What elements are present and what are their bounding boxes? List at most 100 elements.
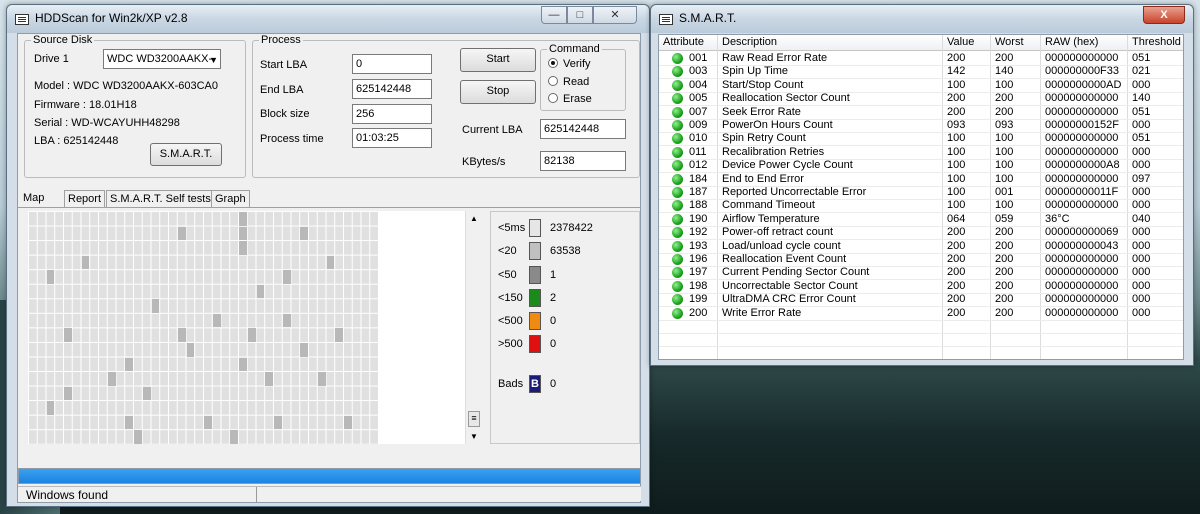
status-ok-icon <box>672 240 683 252</box>
table-row[interactable]: 190 Airflow Temperature 064 059 36°C 040 <box>659 213 1183 226</box>
status-ok-icon <box>672 267 683 279</box>
map-block <box>64 328 72 343</box>
legend-swatch <box>529 335 541 353</box>
map-scrollbar[interactable]: ▲ ≡ ▼ <box>465 211 482 444</box>
col-value[interactable]: Value <box>947 36 974 48</box>
smart-button[interactable]: S.M.A.R.T. <box>150 143 222 166</box>
table-row[interactable]: 011 Recalibration Retries 100 100 0000000000… <box>659 146 1183 159</box>
minimize-button[interactable]: — <box>541 6 567 24</box>
table-cell: 010 <box>689 132 708 145</box>
table-cell: End to End Error <box>722 172 804 185</box>
drive-select[interactable]: WDC WD3200AAKX- ▼ <box>103 49 221 69</box>
table-row[interactable]: 198 Uncorrectable Sector Count 200 200 00000… <box>659 280 1183 293</box>
smart-table[interactable]: Attribute Description Value Worst RAW (h… <box>658 34 1184 360</box>
table-row[interactable]: 188 Command Timeout 100 100 000000000000 000 <box>659 199 1183 212</box>
table-row[interactable]: 012 Device Power Cycle Count 100 100 0000000… <box>659 159 1183 172</box>
legend-label: <500 <box>498 315 523 327</box>
table-cell: 000 <box>1132 78 1151 91</box>
close-button[interactable]: ✕ <box>593 6 637 24</box>
table-row[interactable]: 197 Current Pending Sector Count 200 200 000… <box>659 266 1183 279</box>
table-cell: 200 <box>947 279 966 292</box>
status-ok-icon <box>672 79 683 91</box>
table-cell: 000000000000 <box>1045 266 1119 279</box>
col-description[interactable]: Description <box>722 36 777 48</box>
radio-read[interactable]: Read <box>548 76 589 88</box>
table-cell: 000 <box>1132 293 1151 306</box>
table-cell: 005 <box>689 92 708 105</box>
table-row[interactable]: 009 PowerOn Hours Count 093 093 00000000152F… <box>659 119 1183 132</box>
chevron-down-icon[interactable]: ▼ <box>209 51 218 68</box>
tab-map[interactable]: Map <box>20 190 47 208</box>
start-button[interactable]: Start <box>460 48 536 72</box>
scan-map[interactable] <box>28 211 378 444</box>
map-block <box>256 284 265 299</box>
radio-unchecked-icon[interactable] <box>548 93 558 103</box>
table-cell: 197 <box>689 266 708 279</box>
smart-titlebar[interactable]: S.M.A.R.T. X <box>651 5 1193 33</box>
table-row[interactable]: 001 Raw Read Error Rate 200 200 000000000000… <box>659 52 1183 65</box>
table-cell: 200 <box>947 293 966 306</box>
table-row[interactable]: 187 Reported Uncorrectable Error 100 001 000… <box>659 186 1183 199</box>
table-row[interactable]: 003 Spin Up Time 142 140 000000000F33 021 <box>659 65 1183 78</box>
table-cell: Current Pending Sector Count <box>722 266 870 279</box>
radio-erase[interactable]: Erase <box>548 93 592 105</box>
tab-report[interactable]: Report <box>64 190 106 208</box>
tab-graph[interactable]: Graph <box>211 190 250 208</box>
radio-verify-label: Verify <box>563 58 591 70</box>
table-cell: Reallocation Event Count <box>722 253 847 265</box>
tab-smart-self-tests[interactable]: S.M.A.R.T. Self tests <box>106 190 215 208</box>
status-ok-icon <box>672 120 683 131</box>
radio-verify[interactable]: Verify <box>548 58 591 70</box>
table-cell: 000000000043 <box>1045 239 1119 252</box>
table-row[interactable]: 007 Seek Error Rate 200 200 000000000000 051 <box>659 106 1183 119</box>
table-row[interactable]: 193 Load/unload cycle count 200 200 00000000… <box>659 240 1183 253</box>
table-cell: 187 <box>689 186 708 198</box>
start-lba-input[interactable]: 0 <box>352 54 432 74</box>
scroll-down-icon[interactable]: ▼ <box>470 432 478 441</box>
table-cell: 093 <box>947 119 966 131</box>
table-row[interactable]: 010 Spin Retry Count 100 100 000000000000 051 <box>659 132 1183 145</box>
legend-swatch <box>529 266 541 284</box>
table-cell: 000000000000 <box>1045 172 1119 185</box>
smart-window-title: S.M.A.R.T. <box>679 11 737 25</box>
scroll-up-icon[interactable]: ▲ <box>470 214 478 223</box>
radio-checked-icon[interactable] <box>548 58 558 68</box>
table-cell: 004 <box>689 78 708 91</box>
table-cell: 0000000000AD <box>1045 78 1122 91</box>
table-row[interactable]: 200 Write Error Rate 200 200 000000000000 000 <box>659 307 1183 320</box>
radio-unchecked-icon[interactable] <box>548 76 558 86</box>
table-row[interactable]: 196 Reallocation Event Count 200 200 0000000… <box>659 253 1183 266</box>
smart-close-button[interactable]: X <box>1143 6 1185 24</box>
table-row[interactable]: 184 End to End Error 100 100 000000000000 097 <box>659 173 1183 186</box>
col-worst[interactable]: Worst <box>995 36 1024 48</box>
table-cell: 100 <box>947 145 966 158</box>
table-row[interactable]: 004 Start/Stop Count 100 100 0000000000AD 000 <box>659 79 1183 92</box>
table-cell: 000 <box>1132 306 1151 319</box>
table-cell: 100 <box>947 199 966 212</box>
table-cell: 200 <box>689 306 708 319</box>
table-cell: 000 <box>1132 119 1151 131</box>
maximize-button[interactable]: □ <box>567 6 593 24</box>
table-cell: 100 <box>947 186 966 198</box>
scroll-thumb[interactable]: ≡ <box>468 411 480 427</box>
legend-label: <20 <box>498 245 517 257</box>
status-ok-icon <box>672 280 683 292</box>
map-block <box>125 415 133 430</box>
table-row[interactable]: 005 Reallocation Sector Count 200 200 000000… <box>659 92 1183 105</box>
current-lba-input: 625142448 <box>540 119 626 139</box>
table-row[interactable]: 199 UltraDMA CRC Error Count 200 200 0000000… <box>659 293 1183 306</box>
table-cell: 003 <box>689 65 708 78</box>
col-threshold[interactable]: Threshold <box>1132 36 1181 48</box>
command-legend: Command <box>549 43 600 55</box>
hddscan-titlebar[interactable]: HDDScan for Win2k/XP v2.8 — □ ✕ <box>7 5 649 33</box>
source-disk-legend: Source Disk <box>33 34 93 46</box>
status-ok-icon <box>672 227 683 239</box>
row-gridline <box>659 332 1183 334</box>
current-lba-label: Current LBA <box>462 124 523 136</box>
stop-button[interactable]: Stop <box>460 80 536 104</box>
col-raw[interactable]: RAW (hex) <box>1045 36 1098 48</box>
col-attribute[interactable]: Attribute <box>663 36 704 48</box>
block-size-input[interactable]: 256 <box>352 104 432 124</box>
table-row[interactable]: 192 Power-off retract count 200 200 00000000… <box>659 226 1183 239</box>
end-lba-input[interactable]: 625142448 <box>352 79 432 99</box>
